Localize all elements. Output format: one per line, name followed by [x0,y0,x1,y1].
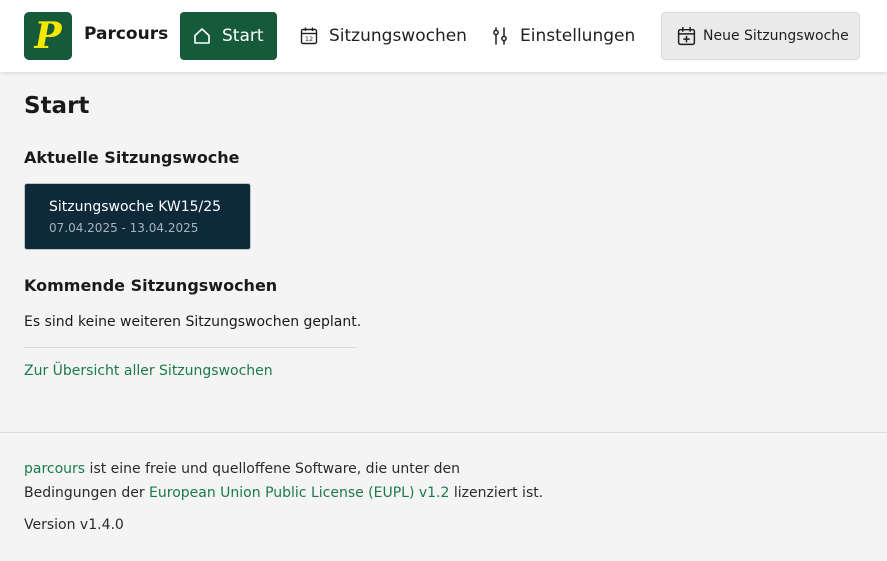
footer-text-c: lizenziert ist. [449,485,544,501]
current-week-dates: 07.04.2025 - 13.04.2025 [49,221,199,235]
new-session-week-label: Neue Sitzungswoche [703,28,849,44]
page-title: Start [24,93,90,119]
upcoming-empty-message: Es sind keine weiteren Sitzungswochen ge… [24,314,362,330]
logo-letter: P [34,15,62,57]
brand-name[interactable]: Parcours [84,24,168,44]
parcours-logo[interactable]: P [24,12,72,60]
eupl-license-link[interactable]: European Union Public License (EUPL) v1.… [149,485,449,501]
parcours-project-link[interactable]: parcours [24,461,85,477]
footer-license-line-2: Bedingungen der European Union Public Li… [24,481,564,505]
nav-start-button[interactable]: Start [180,12,277,60]
footer-text-a: ist eine freie und quelloffene Software,… [85,461,460,477]
top-navbar: P Parcours Start 12 Sitzungswochen Einst… [0,0,887,72]
nav-sitzungswochen-label: Sitzungswochen [329,26,467,46]
new-session-week-button[interactable]: Neue Sitzungswoche [661,12,860,60]
current-week-heading: Aktuelle Sitzungswoche [24,148,240,167]
version-label: Version v1.4.0 [24,517,124,533]
overview-all-weeks-link[interactable]: Zur Übersicht aller Sitzungswochen [24,363,273,379]
current-week-title: Sitzungswoche KW15/25 [49,199,222,215]
calendar-icon-day: 12 [305,35,313,43]
current-week-card[interactable]: Sitzungswoche KW15/25 07.04.2025 - 13.04… [24,183,251,250]
nav-start-label: Start [222,26,264,46]
calendar-plus-icon [677,26,696,45]
footer-license-line-1: parcours ist eine freie und quelloffene … [24,457,564,481]
nav-sitzungswochen-button[interactable]: 12 Sitzungswochen [287,12,479,60]
footer-divider [0,432,887,433]
calendar-icon: 12 [300,27,318,45]
nav-einstellungen-label: Einstellungen [520,26,636,46]
footer-text-b: Bedingungen der [24,485,150,501]
upcoming-weeks-heading: Kommende Sitzungswochen [24,276,278,295]
home-icon [194,28,210,44]
section-divider [24,347,356,348]
nav-einstellungen-button[interactable]: Einstellungen [478,12,647,60]
sliders-icon [493,27,507,45]
